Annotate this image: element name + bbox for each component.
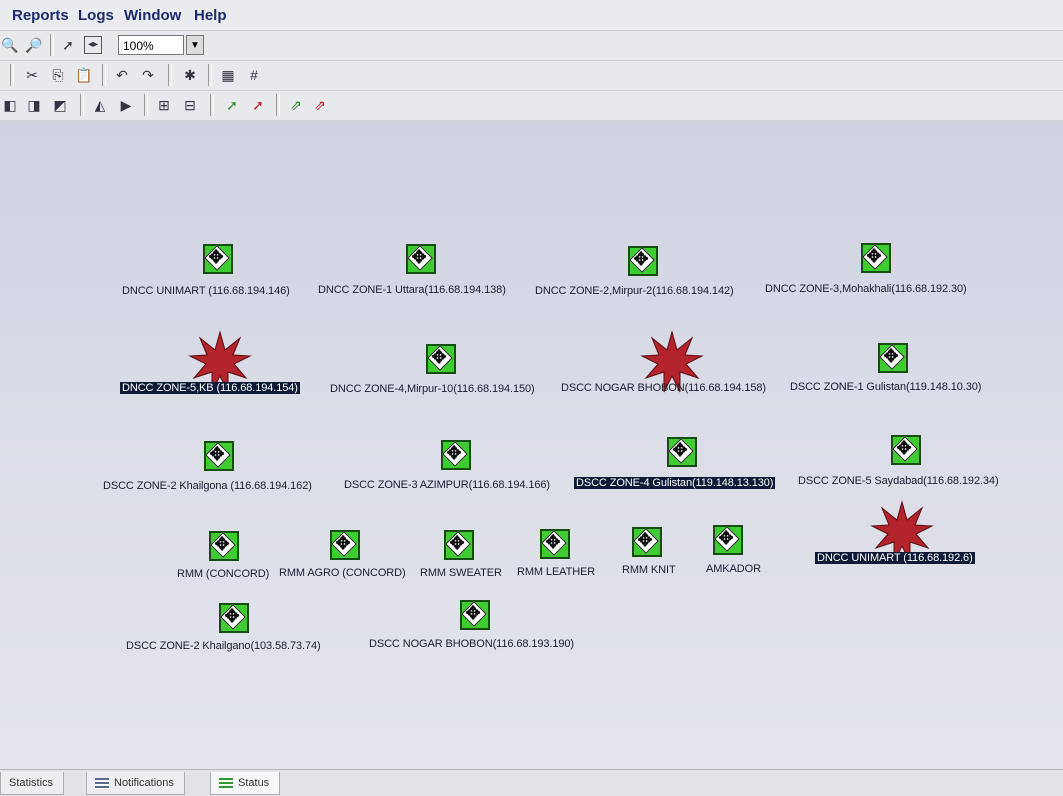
node-label[interactable]: RMM AGRO (CONCORD) [279, 567, 406, 579]
send-back-icon[interactable]: ◨ [24, 95, 44, 115]
toolbar-zoom: 🔍 🔎 ➚ ◂▸ 100% ▼ [0, 31, 1063, 61]
toolbar-arrange: ◧ ◨ ◩ ◭ ▶ ⊞ ⊟ ➚ ➚ ⇗ ⇗ [0, 91, 1063, 121]
undo-icon[interactable]: ↶ [112, 65, 132, 85]
menu-reports[interactable]: Reports [12, 7, 69, 24]
toolbar-separator [50, 34, 54, 56]
chevron-down-icon[interactable]: ▼ [186, 35, 204, 55]
device-node-icon[interactable]: ✥ [713, 525, 743, 555]
device-node-icon[interactable]: ✥ [861, 243, 891, 273]
device-node-icon[interactable]: ✥ [540, 529, 570, 559]
node-label[interactable]: DNCC ZONE-1 Uttara(116.68.194.138) [318, 284, 506, 296]
device-node-icon[interactable]: ✥ [444, 530, 474, 560]
select-tool-icon[interactable]: ✱ [180, 65, 200, 85]
grid-icon[interactable]: # [244, 65, 264, 85]
node-label[interactable]: DSCC ZONE-5 Saydabad(116.68.192.34) [798, 475, 999, 487]
bring-front-icon[interactable]: ◧ [0, 95, 20, 115]
device-node-icon[interactable]: ✥ [209, 531, 239, 561]
toolbar-separator [10, 64, 14, 86]
status-list-icon [219, 777, 233, 789]
device-node-icon[interactable]: ✥ [667, 437, 697, 467]
device-node-icon[interactable]: ✥ [203, 244, 233, 274]
node-label[interactable]: DSCC ZONE-2 Khailgano(103.58.73.74) [126, 640, 321, 652]
toolbar-separator [144, 94, 148, 116]
node-label-selected[interactable]: DSCC ZONE-4 Gulistan(119.148.13.130) [574, 477, 776, 489]
device-node-icon[interactable]: ✥ [406, 244, 436, 274]
node-label[interactable]: RMM KNIT [622, 564, 676, 576]
toolbar-separator [210, 94, 214, 116]
device-node-icon[interactable]: ✥ [460, 600, 490, 630]
node-label[interactable]: DSCC ZONE-1 Gulistan(119.148.10.30) [790, 381, 981, 393]
zoom-level-select[interactable]: 100% [118, 35, 184, 55]
node-label-selected[interactable]: DNCC UNIMART (116.68.192.6) [815, 552, 975, 564]
node-label[interactable]: DNCC UNIMART (116.68.194.146) [122, 285, 290, 297]
ungroup-icon[interactable]: ⊟ [180, 95, 200, 115]
tab-status[interactable]: Status [210, 772, 281, 795]
toolbar-separator [168, 64, 172, 86]
grid-fill-icon[interactable]: ▦ [218, 65, 238, 85]
link-remove-icon[interactable]: ⇗ [310, 95, 330, 115]
zoom-out-icon[interactable]: 🔍 [0, 35, 20, 55]
link-red-icon[interactable]: ➚ [248, 95, 268, 115]
cut-icon[interactable]: ✂ [22, 65, 42, 85]
layer-icon[interactable]: ◩ [50, 95, 70, 115]
fit-to-window-icon[interactable]: ◂▸ [84, 36, 102, 54]
group-icon[interactable]: ⊞ [154, 95, 174, 115]
node-label[interactable]: DSCC ZONE-3 AZIMPUR(116.68.194.166) [344, 479, 550, 491]
toolbar-separator [80, 94, 84, 116]
device-node-icon[interactable]: ✥ [632, 527, 662, 557]
device-node-icon[interactable]: ✥ [878, 343, 908, 373]
link-green-icon[interactable]: ➚ [222, 95, 242, 115]
list-icon [95, 777, 109, 789]
device-node-icon[interactable]: ✥ [204, 441, 234, 471]
node-label[interactable]: DSCC NOGAR BHOBON(116.68.194.158) [561, 382, 766, 394]
menu-help[interactable]: Help [194, 7, 227, 24]
device-node-icon[interactable]: ✥ [219, 603, 249, 633]
menu-bar: Reports Logs Window Help [0, 0, 1063, 31]
link-add-icon[interactable]: ⇗ [286, 95, 306, 115]
tab-statistics[interactable]: Statistics [0, 772, 65, 795]
node-label[interactable]: RMM LEATHER [517, 566, 595, 578]
flip-vertical-icon[interactable]: ▶ [116, 95, 136, 115]
node-label[interactable]: DNCC ZONE-3,Mohakhali(116.68.192.30) [765, 283, 967, 295]
node-label[interactable]: RMM SWEATER [420, 567, 502, 579]
toolbar-separator [276, 94, 280, 116]
toolbar-edit: ✂ ⎘ 📋 ↶ ↷ ✱ ▦ # [0, 61, 1063, 91]
menu-logs[interactable]: Logs [78, 7, 114, 24]
device-node-icon[interactable]: ✥ [330, 530, 360, 560]
menu-window[interactable]: Window [124, 7, 181, 24]
device-node-icon[interactable]: ✥ [426, 344, 456, 374]
node-label[interactable]: DSCC NOGAR BHOBON(116.68.193.190) [369, 638, 574, 650]
toolbar-separator [208, 64, 212, 86]
node-label[interactable]: DNCC ZONE-2,Mirpur-2(116.68.194.142) [535, 285, 734, 297]
paste-icon[interactable]: 📋 [74, 65, 94, 85]
node-label[interactable]: DNCC ZONE-4,Mirpur-10(116.68.194.150) [330, 383, 535, 395]
node-label[interactable]: DSCC ZONE-2 Khailgona (116.68.194.162) [103, 480, 312, 492]
device-node-icon[interactable]: ✥ [891, 435, 921, 465]
node-label[interactable]: AMKADOR [706, 563, 761, 575]
bottom-tab-bar: Statistics Notifications Status [0, 769, 1063, 796]
node-label[interactable]: RMM (CONCORD) [177, 568, 269, 580]
device-node-icon[interactable]: ✥ [628, 246, 658, 276]
flip-horizontal-icon[interactable]: ◭ [90, 95, 110, 115]
node-label-selected[interactable]: DNCC ZONE-5,KB (116.68.194.154) [120, 382, 300, 394]
copy-icon[interactable]: ⎘ [48, 65, 68, 85]
select-pointer-icon[interactable]: ➚ [58, 35, 78, 55]
zoom-in-icon[interactable]: 🔎 [24, 35, 44, 55]
redo-icon[interactable]: ↷ [138, 65, 158, 85]
toolbar-separator [102, 64, 106, 86]
device-node-icon[interactable]: ✥ [441, 440, 471, 470]
tab-notifications[interactable]: Notifications [86, 772, 185, 795]
